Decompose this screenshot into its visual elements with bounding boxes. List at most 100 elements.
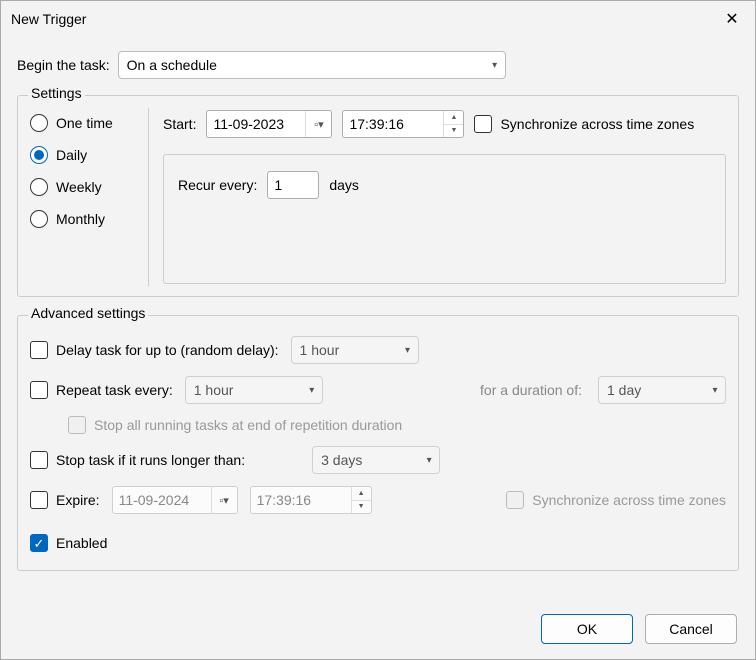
sync-tz-label: Synchronize across time zones <box>500 116 694 132</box>
checkbox-icon <box>30 491 48 509</box>
spinner-up-icon[interactable]: ▲ <box>444 111 463 125</box>
radio-monthly[interactable]: Monthly <box>30 210 148 228</box>
ok-button[interactable]: OK <box>541 614 633 644</box>
ok-label: OK <box>577 621 597 637</box>
enabled-label: Enabled <box>56 535 107 551</box>
radio-label: Monthly <box>56 211 105 227</box>
stop-if-combo[interactable]: 3 days ▾ <box>312 446 440 474</box>
expire-time-input[interactable]: 17:39:16 ▲ ▼ <box>250 486 372 514</box>
begin-task-value: On a schedule <box>127 57 485 73</box>
divider <box>148 108 149 286</box>
expire-date-input[interactable]: 11-09-2024 ▫▾ <box>112 486 238 514</box>
radio-daily[interactable]: Daily <box>30 146 148 164</box>
dialog-content: Begin the task: On a schedule ▾ Settings… <box>1 37 755 599</box>
repeat-duration-label: for a duration of: <box>480 382 582 398</box>
checkbox-icon <box>68 416 86 434</box>
frequency-radios: One time Daily Weekly Monthly <box>30 110 148 284</box>
window-title: New Trigger <box>11 11 709 27</box>
radio-label: One time <box>56 115 113 131</box>
begin-task-combo[interactable]: On a schedule ▾ <box>118 51 506 79</box>
begin-task-label: Begin the task: <box>17 57 110 73</box>
repeat-value: 1 hour <box>194 382 302 398</box>
dialog-footer: OK Cancel <box>1 599 755 659</box>
repeat-label: Repeat task every: <box>56 382 173 398</box>
radio-icon <box>30 210 48 228</box>
stop-all-checkbox: Stop all running tasks at end of repetit… <box>68 416 402 434</box>
stop-if-label: Stop task if it runs longer than: <box>56 452 245 468</box>
time-spinner[interactable]: ▲ ▼ <box>443 111 463 137</box>
chevron-down-icon: ▾ <box>485 60 505 71</box>
settings-legend: Settings <box>28 85 85 101</box>
radio-one-time[interactable]: One time <box>30 114 148 132</box>
checkbox-icon <box>506 491 524 509</box>
checkbox-icon: ✓ <box>30 534 48 552</box>
stop-if-value: 3 days <box>321 452 419 468</box>
recur-value: 1 <box>274 177 282 193</box>
repeat-combo[interactable]: 1 hour ▾ <box>185 376 323 404</box>
check-icon: ✓ <box>34 537 45 550</box>
recur-value-input[interactable]: 1 <box>267 171 319 199</box>
chevron-down-icon: ▾ <box>302 385 322 396</box>
checkbox-icon <box>30 381 48 399</box>
recur-label-pre: Recur every: <box>178 177 257 193</box>
enabled-checkbox[interactable]: ✓ Enabled <box>30 534 107 552</box>
spinner-up-icon[interactable]: ▲ <box>352 487 371 501</box>
begin-task-row: Begin the task: On a schedule ▾ <box>17 51 739 79</box>
expire-checkbox[interactable]: Expire: <box>30 491 100 509</box>
calendar-dropdown-icon[interactable]: ▫▾ <box>305 111 331 137</box>
repeat-duration-combo[interactable]: 1 day ▾ <box>598 376 726 404</box>
stop-if-checkbox[interactable]: Stop task if it runs longer than: <box>30 451 245 469</box>
start-time-input[interactable]: 17:39:16 ▲ ▼ <box>342 110 464 138</box>
delay-combo[interactable]: 1 hour ▾ <box>291 336 419 364</box>
radio-label: Daily <box>56 147 87 163</box>
start-label: Start: <box>163 116 196 132</box>
checkbox-icon <box>30 341 48 359</box>
delay-checkbox[interactable]: Delay task for up to (random delay): <box>30 341 279 359</box>
start-time-value: 17:39:16 <box>343 116 443 132</box>
stop-all-row: Stop all running tasks at end of repetit… <box>68 416 726 434</box>
expire-label: Expire: <box>56 492 100 508</box>
delay-label: Delay task for up to (random delay): <box>56 342 279 358</box>
radio-icon <box>30 178 48 196</box>
delay-value: 1 hour <box>300 342 398 358</box>
recur-box: Recur every: 1 days <box>163 154 726 284</box>
chevron-down-icon: ▾ <box>705 385 725 396</box>
expire-sync-checkbox: Synchronize across time zones <box>506 491 726 509</box>
advanced-legend: Advanced settings <box>28 305 148 321</box>
settings-body: One time Daily Weekly Monthly <box>30 110 726 284</box>
spinner-down-icon[interactable]: ▼ <box>352 501 371 514</box>
stop-all-label: Stop all running tasks at end of repetit… <box>94 417 402 433</box>
expire-time-value: 17:39:16 <box>251 492 351 508</box>
close-button[interactable]: ✕ <box>709 1 755 37</box>
repeat-row: Repeat task every: 1 hour ▾ for a durati… <box>30 376 726 404</box>
spinner-down-icon[interactable]: ▼ <box>444 125 463 138</box>
settings-fieldset: Settings One time Daily Weekly <box>17 95 739 297</box>
start-date-value: 11-09-2023 <box>207 116 305 132</box>
cancel-button[interactable]: Cancel <box>645 614 737 644</box>
start-row: Start: 11-09-2023 ▫▾ 17:39:16 ▲ ▼ <box>163 110 726 138</box>
repeat-duration-value: 1 day <box>607 382 705 398</box>
recur-label-post: days <box>329 177 359 193</box>
radio-weekly[interactable]: Weekly <box>30 178 148 196</box>
radio-label: Weekly <box>56 179 102 195</box>
enabled-row: ✓ Enabled <box>30 534 726 552</box>
start-date-input[interactable]: 11-09-2023 ▫▾ <box>206 110 332 138</box>
advanced-body: Delay task for up to (random delay): 1 h… <box>30 330 726 552</box>
time-spinner[interactable]: ▲ ▼ <box>351 487 371 513</box>
titlebar: New Trigger ✕ <box>1 1 755 37</box>
stop-if-row: Stop task if it runs longer than: 3 days… <box>30 446 726 474</box>
chevron-down-icon: ▾ <box>419 455 439 466</box>
calendar-dropdown-icon[interactable]: ▫▾ <box>211 487 237 513</box>
checkbox-icon <box>30 451 48 469</box>
checkbox-icon <box>474 115 492 133</box>
expire-row: Expire: 11-09-2024 ▫▾ 17:39:16 ▲ ▼ <box>30 486 726 514</box>
advanced-fieldset: Advanced settings Delay task for up to (… <box>17 315 739 571</box>
close-icon: ✕ <box>725 9 738 29</box>
radio-icon <box>30 146 48 164</box>
radio-icon <box>30 114 48 132</box>
sync-tz-checkbox[interactable]: Synchronize across time zones <box>474 115 694 133</box>
recur-row: Recur every: 1 days <box>178 171 711 199</box>
expire-sync-label: Synchronize across time zones <box>532 492 726 508</box>
repeat-checkbox[interactable]: Repeat task every: <box>30 381 173 399</box>
settings-right: Start: 11-09-2023 ▫▾ 17:39:16 ▲ ▼ <box>163 110 726 284</box>
